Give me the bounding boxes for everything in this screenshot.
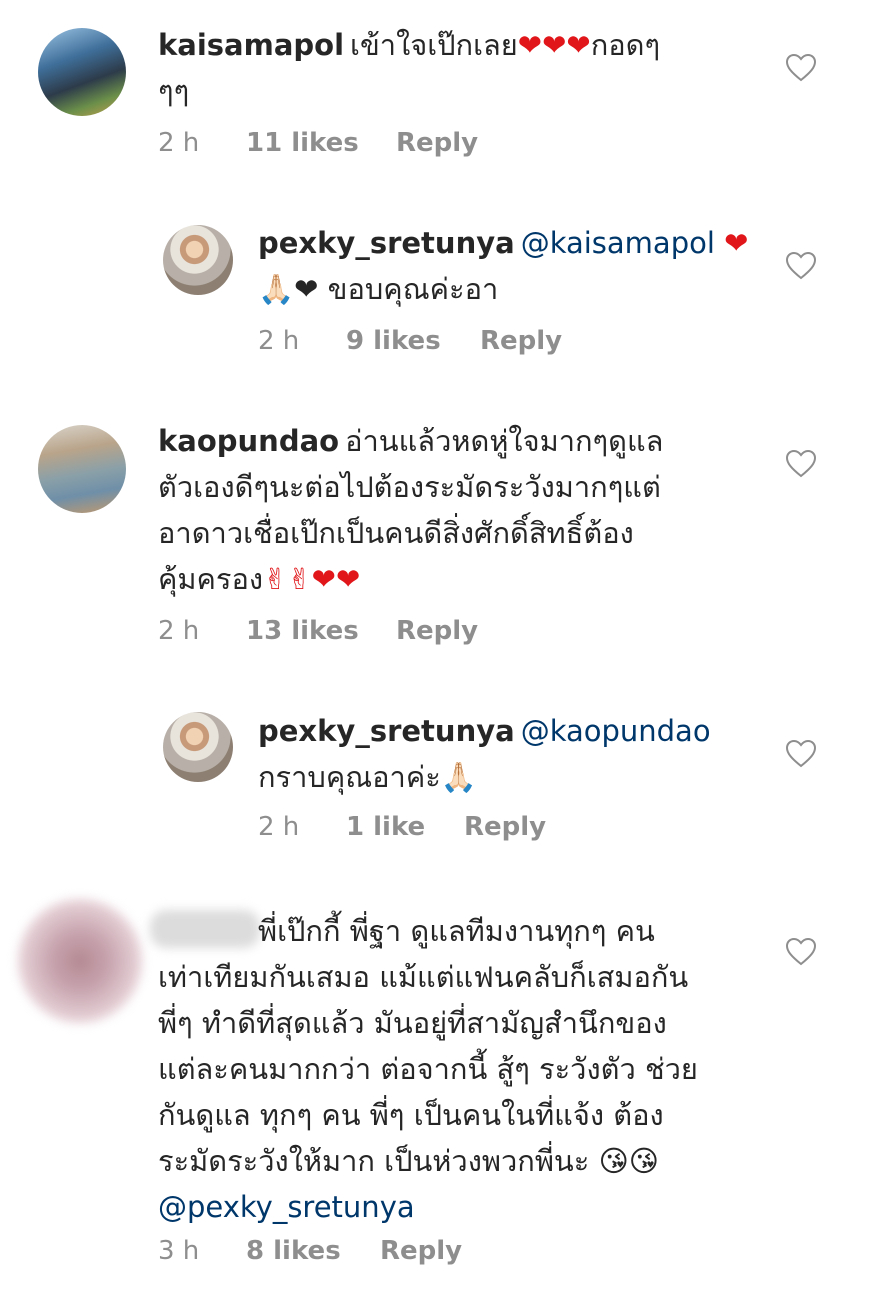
comment-text: pexky_sretunya @kaisamapol ❤ 🙏🏻❤ ขอบคุณค่… xyxy=(258,220,768,312)
likes-count[interactable]: 9 likes xyxy=(346,326,480,356)
avatar[interactable] xyxy=(163,225,233,295)
timestamp: 3 h xyxy=(158,1236,200,1266)
comment-body: ขอบคุณค่ะอา xyxy=(327,272,499,306)
reply-button[interactable]: Reply xyxy=(380,1236,462,1266)
comment-body-line3: พี่ๆ ทำดีที่สุดแล้ว มันอยู่ที่สามัญสำนึก… xyxy=(158,1006,667,1040)
comment-body: เข้าใจเป๊กเลย xyxy=(350,28,518,62)
heart-emoji: ❤❤❤ xyxy=(517,28,591,62)
like-heart-icon[interactable] xyxy=(786,938,816,966)
folded-hands-emoji: 🙏🏻❤ xyxy=(258,272,319,306)
comment-body-line6: ระมัดระวังให้มาก เป็นห่วงพวกพี่นะ xyxy=(158,1144,590,1178)
like-heart-icon[interactable] xyxy=(786,54,816,82)
timestamp: 2 h xyxy=(258,326,300,356)
comment-text: kaopundao อ่านแล้วหดหู่ใจมากๆดูแล ตัวเองด… xyxy=(158,418,778,602)
avatar[interactable] xyxy=(38,425,126,513)
timestamp: 2 h xyxy=(158,128,200,158)
comment-feed: kaisamapol เข้าใจเป๊กเลย❤❤❤กอดๆ ๆๆ 2 h 11 … xyxy=(0,0,869,1291)
mention-link[interactable]: @kaisamapol xyxy=(521,226,715,260)
comment-text: pexky_sretunya @kaopundao กราบคุณอาค่ะ🙏🏻 xyxy=(258,708,768,800)
likes-count[interactable]: 8 likes xyxy=(246,1236,380,1266)
folded-hands-emoji: 🙏🏻 xyxy=(440,760,477,794)
comment-body-line5: กันดูแล ทุกๆ คน พี่ๆ เป็นคนในที่แจ้ง ต้อ… xyxy=(158,1098,664,1132)
timestamp: 2 h xyxy=(258,812,300,842)
likes-count[interactable]: 11 likes xyxy=(246,128,396,158)
timestamp: 2 h xyxy=(158,616,200,646)
mention-link[interactable]: @pexky_sretunya xyxy=(158,1190,415,1224)
comment-meta: 2 h 1 like Reply xyxy=(258,812,546,842)
like-heart-icon[interactable] xyxy=(786,450,816,478)
likes-count[interactable]: 13 likes xyxy=(246,616,396,646)
like-heart-icon[interactable] xyxy=(786,740,816,768)
username-link[interactable]: pexky_sretunya xyxy=(258,226,515,260)
comment-text: พี่เป๊กกี้ พี่ฐา ดูแลทีมงานทุกๆ คน เท่าเ… xyxy=(158,908,788,1230)
comment-meta: 3 h 8 likes Reply xyxy=(158,1236,462,1266)
reply-button[interactable]: Reply xyxy=(396,128,478,158)
comment-body-line1: พี่เป๊กกี้ พี่ฐา ดูแลทีมงานทุกๆ คน xyxy=(258,914,655,948)
comment-body: กราบคุณอาค่ะ xyxy=(258,760,441,794)
comment-body-line2: ๆๆ xyxy=(158,74,190,108)
comment-body-tail: กอดๆ xyxy=(590,28,661,62)
like-heart-icon[interactable] xyxy=(786,252,816,280)
comment-body-line1: อ่านแล้วหดหู่ใจมากๆดูแล xyxy=(345,424,664,458)
avatar[interactable] xyxy=(14,895,146,1027)
username-link[interactable]: kaisamapol xyxy=(158,28,344,62)
comment-text: kaisamapol เข้าใจเป๊กเลย❤❤❤กอดๆ ๆๆ xyxy=(158,22,758,114)
reply-button[interactable]: Reply xyxy=(396,616,478,646)
comment-body-line4: แต่ละคนมากกว่า ต่อจากนี้ สู้ๆ ระวังตัว ช… xyxy=(158,1052,698,1086)
comment-meta: 2 h 11 likes Reply xyxy=(158,128,478,158)
victory-heart-emoji: ✌✌❤❤ xyxy=(263,562,361,596)
comment-body-line2: ตัวเองดีๆนะต่อไปต้องระมัดระวังมากๆแต่ xyxy=(158,470,661,504)
comment-meta: 2 h 9 likes Reply xyxy=(258,326,562,356)
kiss-emoji: 😘😘 xyxy=(598,1144,660,1178)
likes-count[interactable]: 1 like xyxy=(346,812,464,842)
comment-body-line3: อาดาวเชื่อเป๊กเป็นคนดีสิ่งศักดิ์สิทธิ์ต้… xyxy=(158,516,634,550)
comment-body-line2: เท่าเทียมกันเสมอ แม้แต่แฟนคลับก็เสมอกัน xyxy=(158,960,689,994)
username-link[interactable]: kaopundao xyxy=(158,424,339,458)
heart-emoji: ❤ xyxy=(724,226,749,260)
avatar[interactable] xyxy=(163,712,233,782)
avatar[interactable] xyxy=(38,28,126,116)
comment-body-line4: คุ้มครอง xyxy=(158,562,264,596)
username-link[interactable]: pexky_sretunya xyxy=(258,714,515,748)
reply-button[interactable]: Reply xyxy=(464,812,546,842)
mention-link[interactable]: @kaopundao xyxy=(521,714,711,748)
comment-meta: 2 h 13 likes Reply xyxy=(158,616,478,646)
reply-button[interactable]: Reply xyxy=(480,326,562,356)
